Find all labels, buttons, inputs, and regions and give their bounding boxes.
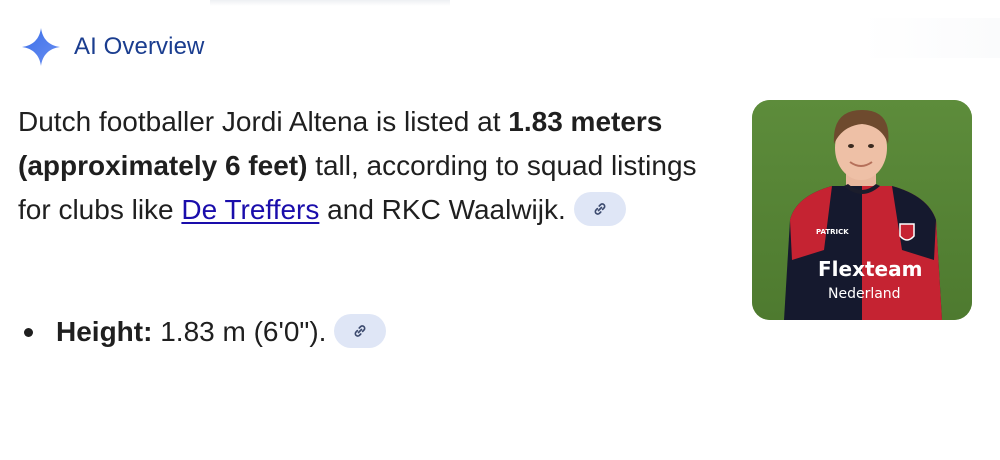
shirt-brand: PATRICK <box>816 228 849 236</box>
source-link-button[interactable] <box>573 191 626 226</box>
top-fade <box>210 0 450 6</box>
shirt-sponsor-line2: Nederland <box>828 286 901 302</box>
de-treffers-link[interactable]: De Treffers <box>181 194 319 225</box>
link-icon <box>355 324 366 337</box>
ai-overview-panel: AI Overview Dutch footballer Jordi Alten… <box>0 0 1000 460</box>
answer-text-end: and RKC Waalwijk. <box>319 194 566 225</box>
link-icon <box>594 202 606 215</box>
height-label: Height: <box>56 316 153 347</box>
answer-paragraph: Dutch footballer Jordi Altena is listed … <box>18 100 730 232</box>
player-photo[interactable]: PATRICK Flexteam Nederland <box>752 100 972 320</box>
facts-list: Height: 1.83 m (6'0"). <box>18 310 718 354</box>
bullet-dot <box>24 328 33 337</box>
height-value: 1.83 m (6'0"). <box>152 316 327 347</box>
height-source-link-button[interactable] <box>334 313 387 348</box>
ai-overview-title: AI Overview <box>74 33 205 60</box>
list-item: Height: 1.83 m (6'0"). <box>18 310 718 354</box>
ai-overview-header: AI Overview <box>20 26 204 68</box>
answer-text-intro: Dutch footballer Jordi Altena is listed … <box>18 106 509 137</box>
right-fade <box>860 18 1000 58</box>
sparkle-icon <box>20 26 62 68</box>
shirt-sponsor-line1: Flexteam <box>818 257 922 281</box>
